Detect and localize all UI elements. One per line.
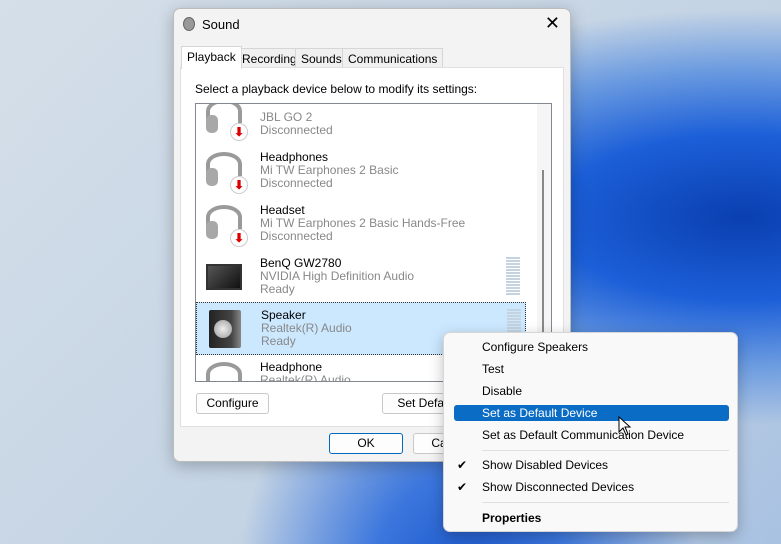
menu-item-set-default-device[interactable]: Set as Default Device [454, 405, 729, 421]
monitor-icon [206, 258, 242, 296]
instruction-text: Select a playback device below to modify… [195, 82, 478, 96]
device-row[interactable]: ⬇ Headset Mi TW Earphones 2 Basic Hands-… [196, 198, 526, 251]
menu-item-show-disabled[interactable]: ✔ Show Disabled Devices [454, 457, 729, 473]
dialog-title: Sound [202, 17, 240, 32]
speaker-app-icon [183, 17, 195, 31]
checkmark-icon: ✔ [457, 480, 468, 494]
menu-item-properties[interactable]: Properties [454, 510, 729, 526]
context-menu: Configure Speakers Test Disable Set as D… [443, 332, 738, 532]
headset-icon: ⬇ [206, 205, 248, 247]
mouse-cursor-icon [618, 416, 632, 436]
menu-item-disable[interactable]: Disable [454, 383, 729, 399]
device-row[interactable]: ⬇ Headphones Mi TW Earphones 2 Basic Dis… [196, 145, 526, 198]
tab-sounds[interactable]: Sounds [295, 48, 348, 68]
close-button[interactable]: ✕ [545, 13, 560, 34]
speaker-icon [207, 310, 243, 348]
menu-item-set-default-communication[interactable]: Set as Default Communication Device [454, 427, 729, 443]
headphones-icon: ⬇ [206, 104, 248, 141]
menu-item-configure-speakers[interactable]: Configure Speakers [454, 339, 729, 355]
ok-button[interactable]: OK [329, 433, 403, 454]
device-row[interactable]: BenQ GW2780 NVIDIA High Definition Audio… [196, 251, 526, 304]
checkmark-icon: ✔ [457, 458, 468, 472]
menu-separator [482, 450, 729, 451]
headphones-icon: ⬇ [206, 152, 248, 194]
tab-communications[interactable]: Communications [342, 48, 444, 68]
menu-item-test[interactable]: Test [454, 361, 729, 377]
headphones-icon [206, 362, 242, 381]
configure-button[interactable]: Configure [196, 393, 269, 414]
device-row[interactable]: ⬇ JBL GO 2 Disconnected [196, 104, 526, 145]
volume-meter [506, 257, 520, 295]
tab-playback[interactable]: Playback [181, 46, 242, 69]
menu-item-show-disconnected[interactable]: ✔ Show Disconnected Devices [454, 479, 729, 495]
menu-separator [482, 502, 729, 503]
tab-recording[interactable]: Recording [236, 48, 303, 68]
